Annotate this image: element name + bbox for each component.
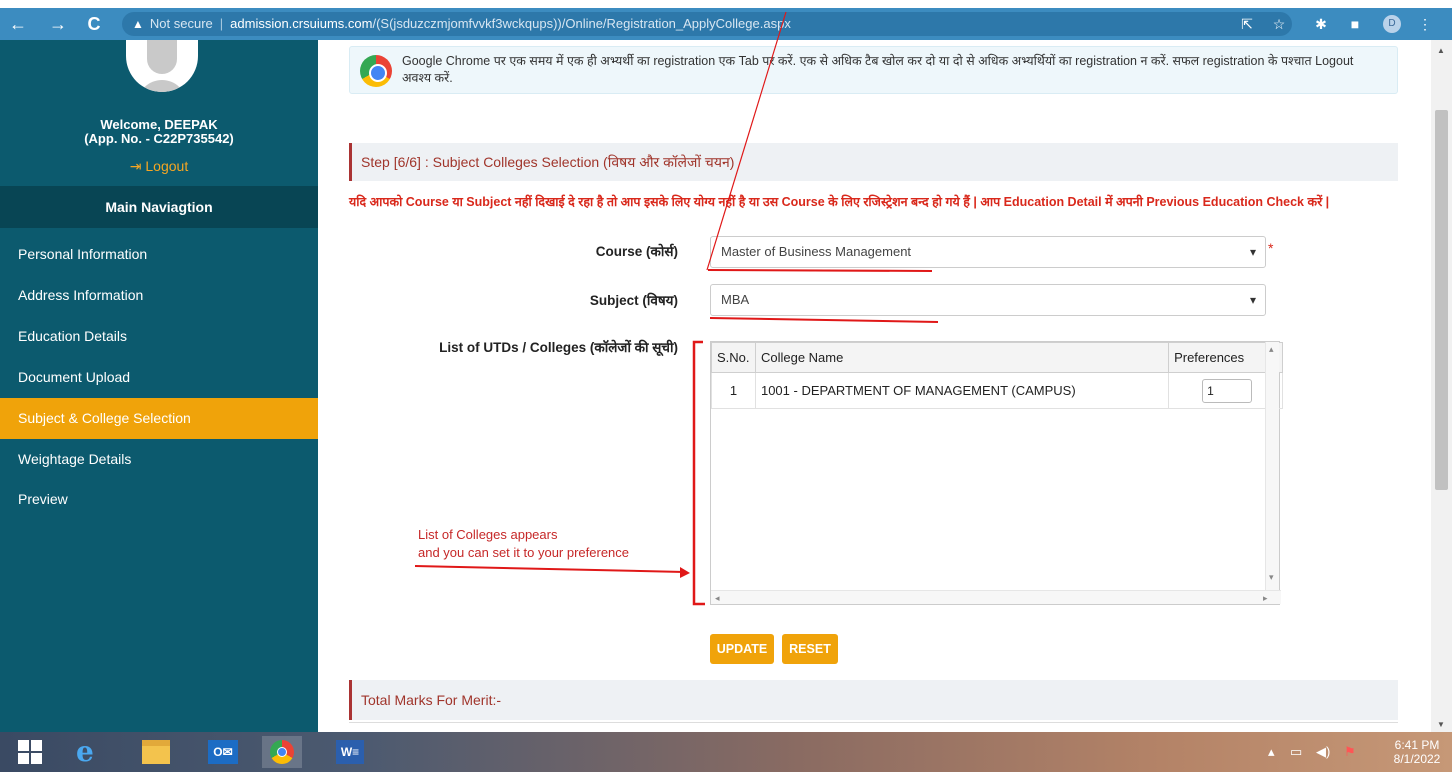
word-icon[interactable]: W≡ — [330, 736, 370, 768]
chevron-down-icon: ▾ — [1249, 293, 1256, 307]
header-sno: S.No. — [711, 342, 756, 373]
profile-icon[interactable]: D — [1383, 15, 1401, 33]
welcome-block: Welcome, DEEPAK (App. No. - C22P735542) — [0, 118, 318, 146]
eligibility-warning: यदि आपको Course या Subject नहीं दिखाई दे… — [349, 195, 1330, 209]
scroll-up-icon[interactable]: ▲ — [1437, 46, 1445, 55]
top-strip — [0, 0, 1452, 8]
sidebar-icon[interactable]: ■ — [1346, 15, 1364, 33]
app-number: (App. No. - C22P735542) — [84, 131, 234, 146]
flag-icon[interactable]: ⚑ — [1344, 744, 1356, 760]
reset-button[interactable]: RESET — [782, 634, 838, 664]
table-row: 1 1001 - DEPARTMENT OF MANAGEMENT (CAMPU… — [711, 372, 1283, 409]
windows-start-icon[interactable] — [10, 736, 50, 768]
network-icon[interactable]: ▭ — [1290, 744, 1302, 760]
update-button[interactable]: UPDATE — [710, 634, 774, 664]
forward-icon[interactable]: → — [48, 14, 68, 34]
table-vertical-scrollbar[interactable]: ▴ ▾ — [1265, 342, 1279, 590]
address-bar[interactable]: ▲ Not secure | admission.crsuiums.com/(S(js… — [122, 12, 1292, 36]
step-title: Subject Colleges Selection (विषय और कॉले… — [432, 154, 735, 170]
main-content: Google Chrome पर एक समय में एक ही अभ्यर्… — [318, 40, 1431, 732]
sidebar-item-address-information[interactable]: Address Information — [0, 275, 318, 315]
back-icon[interactable]: ← — [8, 14, 28, 34]
outlook-icon[interactable]: O✉ — [202, 736, 242, 768]
annotation-line-1: List of Colleges appears — [418, 527, 558, 542]
nav-header: Main Naviagtion — [0, 186, 318, 228]
extensions-icon[interactable]: ✱ — [1312, 15, 1330, 33]
alert-text: Google Chrome पर एक समय में एक ही अभ्यर्… — [402, 54, 1354, 85]
merit-header: Total Marks For Merit:- — [349, 680, 1398, 720]
sidebar-item-preview[interactable]: Preview — [0, 479, 318, 519]
menu-icon[interactable]: ⋮ — [1416, 15, 1434, 33]
logout-icon: ⇥ — [129, 158, 146, 174]
step-prefix: Step [6/6] : — [361, 154, 429, 170]
college-table-container: S.No. College Name Preferences 1 1001 - … — [710, 341, 1283, 605]
file-explorer-icon[interactable] — [136, 736, 176, 768]
college-table: S.No. College Name Preferences 1 1001 - … — [711, 342, 1283, 409]
page-scrollbar[interactable]: ▲ ▼ — [1431, 40, 1452, 732]
share-icon[interactable]: ⇱ — [1238, 15, 1256, 33]
internet-explorer-icon[interactable]: e — [70, 736, 110, 768]
course-select[interactable]: Master of Business Management ▾ — [710, 236, 1266, 268]
row-sno: 1 — [711, 372, 756, 409]
annotation-line-2: and you can set it to your preference — [418, 545, 630, 560]
subject-select[interactable]: MBA ▾ — [710, 284, 1266, 316]
security-label: Not secure — [149, 16, 213, 31]
subject-label: Subject (विषय) — [589, 293, 678, 308]
header-college-name: College Name — [754, 342, 1170, 373]
reload-icon[interactable]: C — [84, 14, 104, 34]
clock-date: 8/1/2022 — [1393, 752, 1441, 766]
table-header-row: S.No. College Name Preferences — [711, 342, 1283, 373]
course-label: Course (कोर्स) — [595, 244, 678, 259]
url-path: /(S(jsduzczmjomfvvkf3wckqups))/Online/Re… — [372, 16, 791, 31]
row-college-name: 1001 - DEPARTMENT OF MANAGEMENT (CAMPUS) — [754, 372, 1170, 409]
sidebar-item-weightage-details[interactable]: Weightage Details — [0, 439, 318, 479]
clock-time: 6:41 PM — [1394, 738, 1440, 752]
screen: { "browser": { "nav": { "back": "←", "fo… — [0, 0, 1452, 772]
sidebar: Welcome, DEEPAK (App. No. - C22P735542) … — [0, 40, 318, 732]
chrome-icon[interactable] — [262, 736, 302, 768]
sidebar-item-subject-college-selection[interactable]: Subject & College Selection — [0, 398, 318, 439]
sidebar-item-education-details[interactable]: Education Details — [0, 316, 318, 356]
merit-table-top — [349, 722, 1398, 732]
avatar — [126, 40, 198, 92]
star-icon[interactable]: ☆ — [1270, 15, 1288, 33]
annotation-text: List of Colleges appears and you can set… — [418, 526, 698, 562]
taskbar: e O✉ W≡ ▴ ▭ ◀) ⚑ 6:41 PM 8/1/2022 — [0, 732, 1452, 772]
required-marker: * — [1268, 240, 1274, 256]
chevron-down-icon: ▾ — [1249, 245, 1256, 259]
chrome-logo-icon — [360, 55, 392, 87]
colleges-label: List of UTDs / Colleges (कॉलेजों की सूची… — [439, 340, 678, 355]
logout-label: Logout — [145, 158, 189, 174]
tray-chevron-icon[interactable]: ▴ — [1268, 744, 1275, 760]
clock[interactable]: 6:41 PM 8/1/2022 — [1384, 738, 1450, 766]
logout-link[interactable]: ⇥ Logout — [0, 158, 318, 175]
course-value: Master of Business Management — [721, 244, 912, 259]
browser-toolbar: ← → C ▲ Not secure | admission.crsuiums.com… — [0, 8, 1452, 40]
table-horizontal-scrollbar[interactable]: ◂ ▸ — [711, 590, 1281, 604]
preference-input[interactable]: 1 — [1202, 378, 1253, 403]
volume-icon[interactable]: ◀) — [1316, 744, 1330, 760]
step-header: Step [6/6] : Subject Colleges Selection … — [349, 143, 1398, 181]
scroll-thumb[interactable] — [1435, 110, 1448, 490]
sidebar-item-personal-information[interactable]: Personal Information — [0, 234, 318, 274]
warning-icon: ▲ — [132, 17, 144, 31]
scroll-down-icon[interactable]: ▼ — [1437, 720, 1445, 729]
info-alert: Google Chrome पर एक समय में एक ही अभ्यर्… — [349, 46, 1398, 94]
welcome-text: Welcome, DEEPAK — [100, 117, 218, 132]
url-host: admission.crsuiums.com — [230, 16, 373, 31]
sidebar-item-document-upload[interactable]: Document Upload — [0, 357, 318, 397]
subject-value: MBA — [721, 292, 750, 307]
